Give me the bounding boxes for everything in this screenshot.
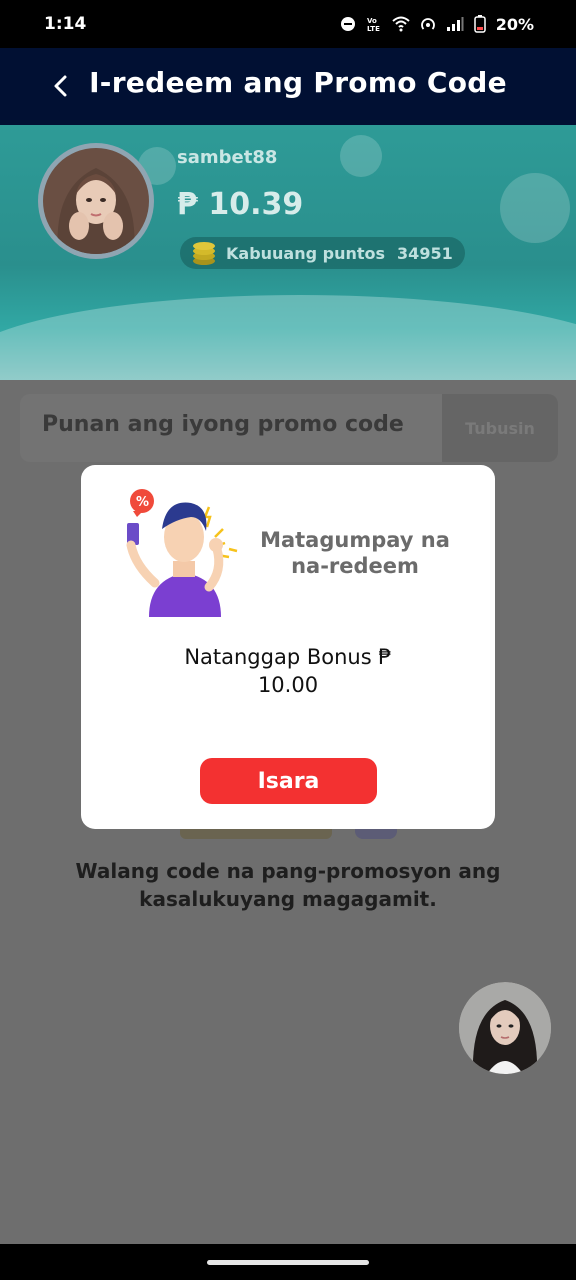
hotspot-icon (420, 18, 435, 30)
success-title: Matagumpay na na-redeem (260, 528, 450, 578)
promo-code-input[interactable]: Punan ang iyong promo code (20, 394, 442, 462)
svg-text:%: % (136, 495, 149, 510)
bonus-text: Natanggap Bonus ₱ (184, 645, 392, 669)
signal-icon (446, 17, 464, 31)
promo-code-row: Punan ang iyong promo code Tubusin (20, 394, 558, 462)
app-header: I-redeem ang Promo Code (0, 48, 576, 125)
status-bar: 1:14 Vo LTE 20% (0, 0, 576, 48)
decor-bubble (500, 173, 570, 243)
close-button[interactable]: Isara (200, 758, 377, 804)
volte-icon: VoLTE (367, 17, 380, 33)
do-not-disturb-icon (340, 17, 355, 31)
bonus-received: Natanggap Bonus ₱ 10.00 (81, 643, 495, 699)
wifi-icon (392, 16, 410, 32)
points-label: Kabuuang puntos (226, 243, 386, 263)
svg-text:LTE: LTE (367, 25, 380, 33)
redeem-button[interactable]: Tubusin (442, 394, 558, 462)
username: sambet88 (177, 147, 278, 168)
decor-wave (0, 295, 576, 380)
coin-stack-icon (193, 242, 215, 265)
battery-percent: 20% (495, 14, 534, 34)
battery-icon (473, 15, 486, 33)
customer-service-avatar[interactable] (459, 982, 551, 1074)
celebration-illustration-icon: % (126, 489, 238, 617)
points-badge: Kabuuang puntos 34951 (180, 237, 465, 269)
points-value: 34951 (397, 243, 453, 263)
avatar[interactable] (38, 143, 154, 259)
svg-text:Vo: Vo (367, 17, 377, 25)
status-time: 1:14 (44, 14, 87, 34)
page-title: I-redeem ang Promo Code (89, 66, 507, 99)
decor-bubble (340, 135, 382, 177)
success-dialog: % Matagumpay na na-redeem Natanggap Bonu… (81, 465, 495, 829)
system-nav-bar (0, 1244, 576, 1280)
home-indicator[interactable] (207, 1260, 369, 1265)
bonus-amount: 10.00 (257, 673, 319, 697)
status-icons: Vo LTE 20% (340, 15, 534, 34)
profile-banner: sambet88 ₱ 10.39 Kabuuang puntos 34951 (0, 125, 576, 380)
avatar-image (43, 148, 149, 254)
balance: ₱ 10.39 (177, 187, 304, 222)
empty-state-message: Walang code na pang-promosyon ang kasalu… (75, 859, 501, 911)
